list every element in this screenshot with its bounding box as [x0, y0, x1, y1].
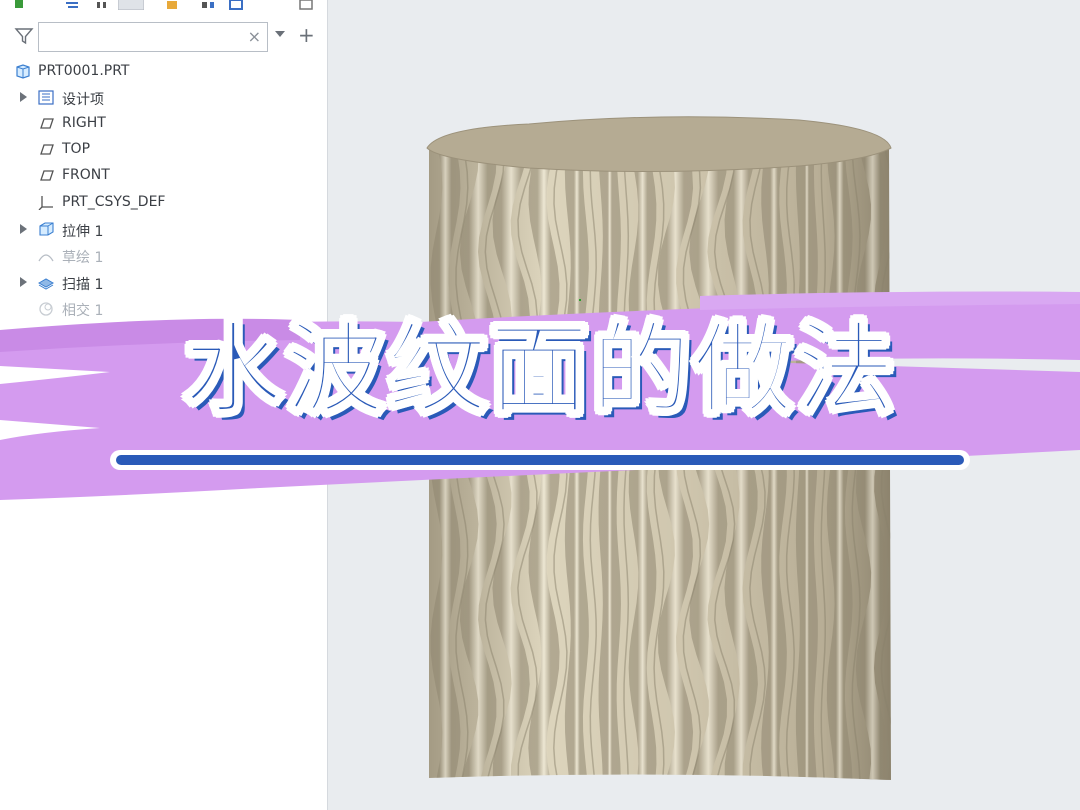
overlay-title: 水波纹面的做法 — [182, 310, 897, 430]
title-underline — [110, 450, 970, 470]
